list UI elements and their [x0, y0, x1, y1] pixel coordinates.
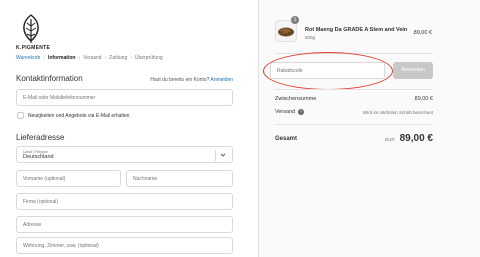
shipping-row: Versand ? Wird im nächsten Schritt berec…: [275, 109, 433, 115]
address-placeholder: Adresse: [23, 222, 42, 228]
contact-section-title: Kontaktinformation: [16, 74, 83, 83]
chevron-right-icon: ›: [43, 55, 45, 61]
total-row: Gesamt EUR 89,00 €: [275, 133, 433, 144]
company-placeholder: Firma (optional): [23, 199, 59, 205]
quantity-badge: 1: [291, 16, 299, 24]
shipping-label-group: Versand ?: [275, 109, 305, 115]
subtotal-value: 89,00 €: [414, 96, 433, 102]
subtotal-label: Zwischensumme: [275, 96, 317, 102]
address2-placeholder: Wohnung, Zimmer, usw. (optional): [23, 243, 99, 249]
newsletter-option[interactable]: Neuigkeiten und Angebote via E-Mail erha…: [17, 112, 129, 119]
chevron-right-icon: ›: [130, 55, 132, 61]
newsletter-checkbox[interactable]: [17, 112, 24, 119]
brand-logo[interactable]: K.PIGMENTE: [16, 14, 51, 51]
product-price: 89,00 €: [413, 30, 432, 36]
subtotal-row: Zwischensumme 89,00 €: [275, 96, 433, 102]
summary-divider: [275, 124, 432, 125]
company-field[interactable]: Firma (optional): [16, 193, 233, 210]
login-hint-text: Hast du bereits ein Konto?: [150, 77, 210, 83]
chevron-down-icon: [220, 153, 226, 157]
highlight-annotation: [263, 52, 393, 90]
address2-field[interactable]: Wohnung, Zimmer, usw. (optional): [16, 237, 233, 254]
login-link[interactable]: Anmelden: [210, 77, 233, 83]
breadcrumb: Warenkorb › Information › Versand › Zahl…: [16, 55, 163, 61]
order-summary: 1 Rot Maeng Da GRADE A Stem and Vein 500…: [259, 0, 480, 257]
chevron-right-icon: ›: [104, 55, 107, 61]
address-field[interactable]: Adresse: [16, 216, 233, 233]
total-price-group: EUR 89,00 €: [385, 133, 433, 144]
login-hint: Hast du bereits ein Konto? Anmelden: [150, 77, 233, 83]
breadcrumb-payment: Zahlung: [109, 55, 128, 61]
chevron-right-icon: ›: [78, 55, 81, 61]
breadcrumb-cart[interactable]: Warenkorb: [16, 55, 40, 61]
lastname-field[interactable]: Nachname: [126, 170, 233, 187]
shipping-note: Wird im nächsten Schritt berechnet: [362, 109, 433, 115]
product-image-icon: [278, 27, 294, 37]
help-icon[interactable]: ?: [298, 109, 305, 115]
checkout-main-column: K.PIGMENTE Warenkorb › Information › Ver…: [0, 0, 258, 257]
breadcrumb-shipping: Versand: [83, 55, 102, 61]
product-name: Rot Maeng Da GRADE A Stem and Vein: [305, 27, 408, 33]
select-divider: [215, 150, 216, 161]
newsletter-label: Neuigkeiten und Angebote via E-Mail erha…: [28, 112, 130, 119]
country-select[interactable]: Land / Region Deutschland: [16, 146, 233, 163]
email-placeholder: E-Mail oder Mobiltelefonnummer: [23, 95, 96, 101]
shipping-section-title: Lieferadresse: [16, 133, 65, 142]
total-amount: 89,00 €: [399, 133, 433, 144]
total-label: Gesamt: [275, 135, 298, 142]
total-currency: EUR: [385, 137, 395, 142]
leaf-icon: [23, 14, 39, 43]
country-value: Deutschland: [23, 154, 54, 160]
firstname-placeholder: Vorname (optional): [23, 176, 66, 182]
product-variant: 500g: [305, 35, 316, 40]
breadcrumb-information: Information: [47, 55, 76, 61]
breadcrumb-review: Überprüfung: [134, 55, 163, 61]
email-field[interactable]: E-Mail oder Mobiltelefonnummer: [16, 89, 233, 106]
summary-divider: [275, 89, 432, 90]
brand-name: K.PIGMENTE: [16, 45, 51, 51]
apply-discount-button[interactable]: Anwenden: [393, 62, 433, 79]
shipping-label: Versand: [275, 109, 296, 115]
firstname-field[interactable]: Vorname (optional): [16, 170, 121, 187]
lastname-placeholder: Nachname: [133, 176, 158, 182]
